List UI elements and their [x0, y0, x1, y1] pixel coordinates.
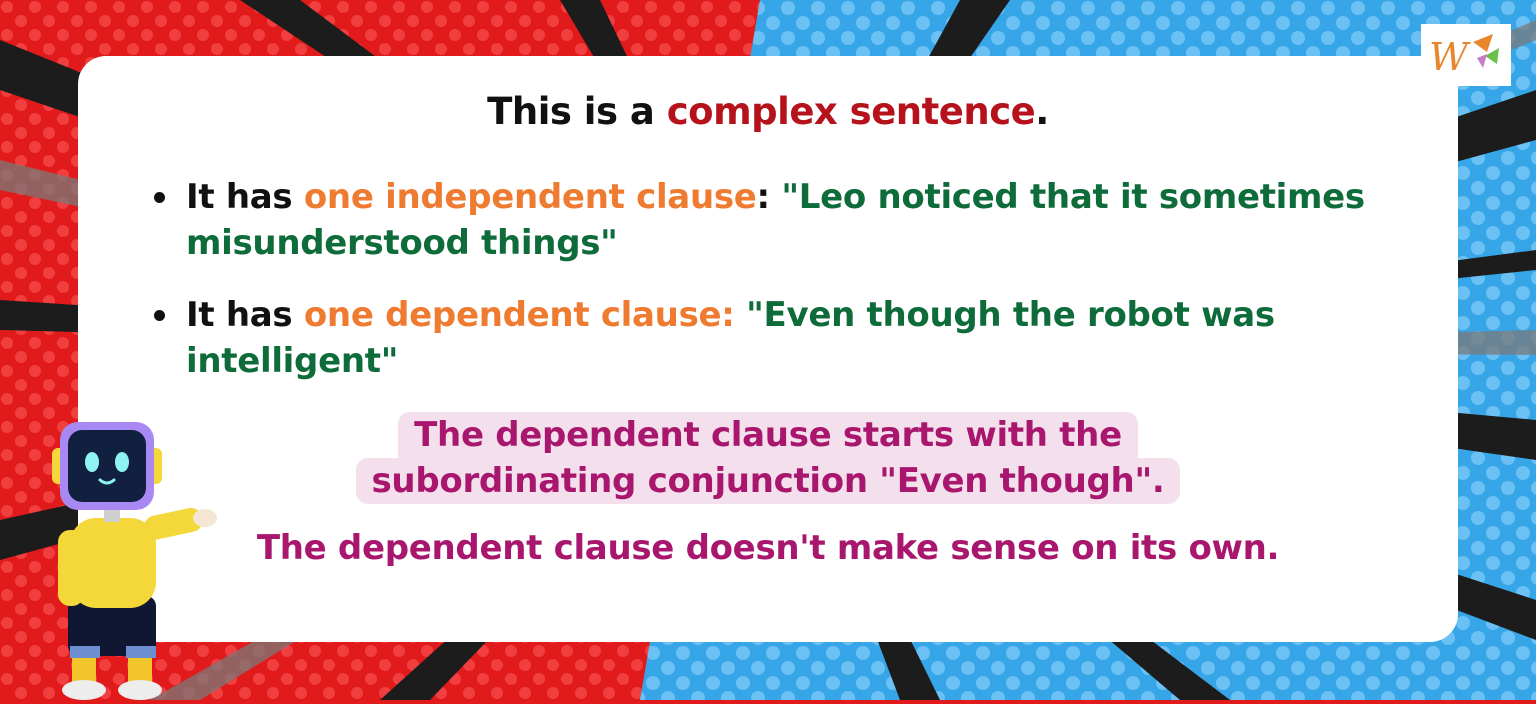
highlight-line-1: The dependent clause starts with the — [398, 412, 1138, 458]
clause-label: one dependent clause: — [303, 295, 747, 335]
svg-text:W: W — [1429, 35, 1471, 79]
list-item: It has one dependent clause: "Even thoug… — [148, 292, 1388, 384]
bullet-lead: It has — [186, 177, 304, 217]
title-emphasis: complex sentence — [666, 90, 1036, 133]
title-period: . — [1035, 90, 1049, 133]
list-item: It has one independent clause: "Leo noti… — [148, 174, 1388, 266]
clause-list: It has one independent clause: "Leo noti… — [148, 174, 1388, 410]
title-text: This is a — [487, 90, 667, 133]
clause-label: one independent clause — [303, 177, 757, 217]
clause-separator: : — [756, 177, 782, 217]
bullet-lead: It has — [186, 295, 304, 335]
highlight-box: The dependent clause starts with the sub… — [78, 412, 1458, 504]
bullet-icon — [154, 192, 165, 203]
content-card: This is a complex sentence. It has one i… — [78, 56, 1458, 642]
bullet-icon — [154, 310, 165, 321]
w-logo-icon: W — [1421, 24, 1511, 86]
note-text: The dependent clause doesn't make sense … — [256, 528, 1280, 568]
highlight-line-2: subordinating conjunction "Even though". — [355, 458, 1181, 504]
robot-character-icon — [40, 418, 230, 700]
page-title: This is a complex sentence. — [78, 90, 1458, 133]
